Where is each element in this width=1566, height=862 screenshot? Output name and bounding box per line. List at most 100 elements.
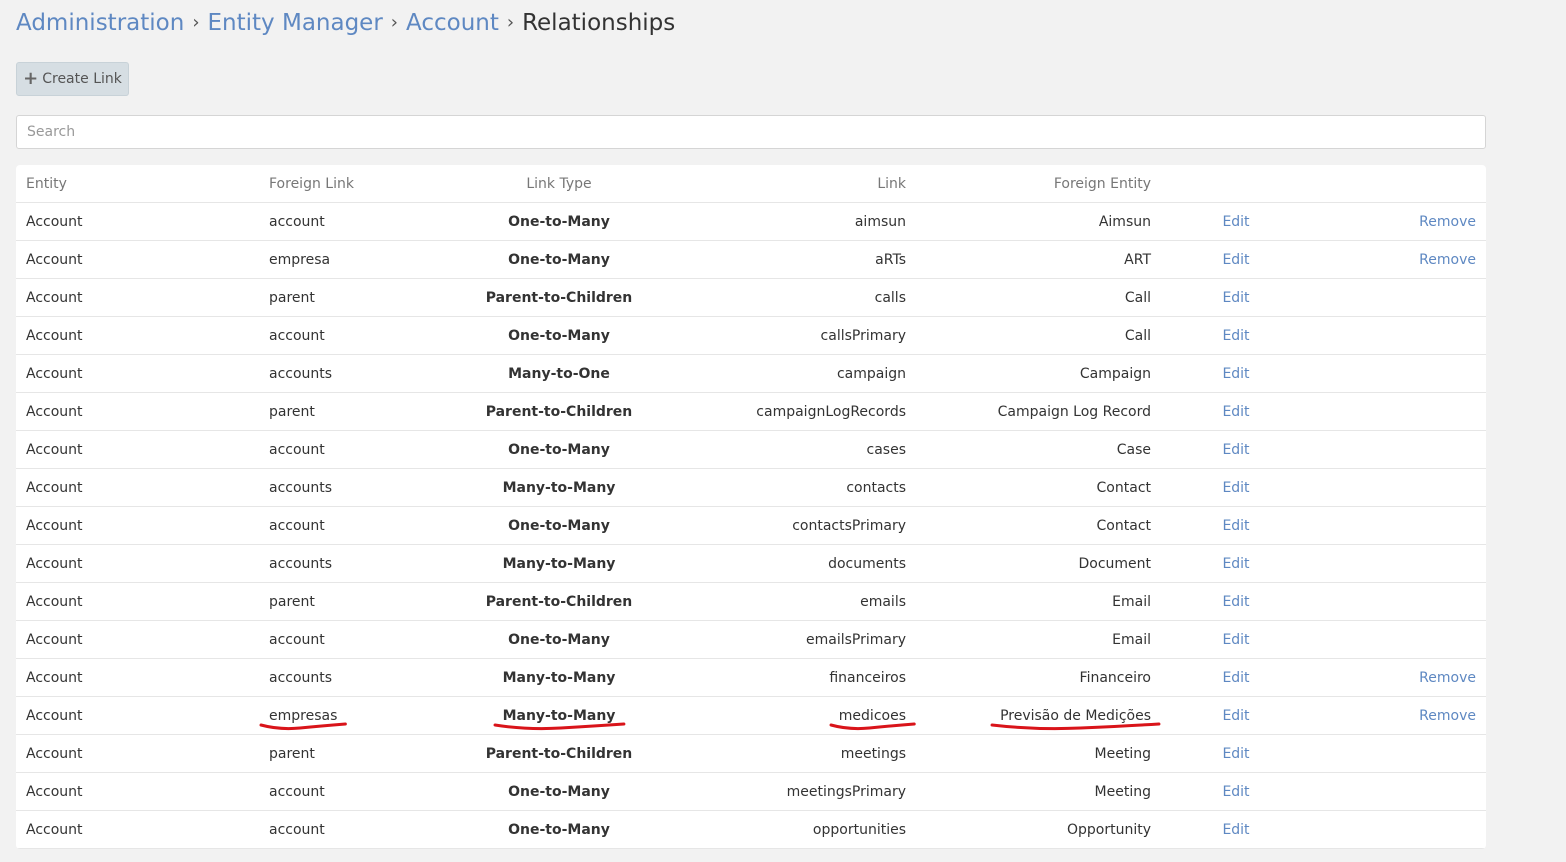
foreign-link-cell-text: account [269, 783, 325, 800]
edit-link[interactable]: Edit [1222, 480, 1249, 496]
entity-cell: Account [16, 772, 259, 811]
remove-link[interactable]: Remove [1419, 252, 1476, 268]
relationships-table: Entity Foreign Link Link Type Link Forei… [16, 165, 1486, 849]
breadcrumb-entity-manager[interactable]: Entity Manager [208, 10, 383, 36]
foreign-entity-cell-text: Aimsun [1098, 213, 1151, 230]
foreign-link-cell-text: empresas [259, 708, 347, 730]
link-type-cell: One-to-Many [459, 430, 659, 469]
remove-cell [1311, 506, 1486, 545]
breadcrumb-administration[interactable]: Administration [16, 10, 184, 36]
foreign-entity-cell: Contact [916, 506, 1161, 545]
edit-link[interactable]: Edit [1222, 214, 1249, 230]
edit-link[interactable]: Edit [1222, 404, 1249, 420]
link-type-cell: One-to-Many [459, 506, 659, 545]
remove-link[interactable]: Remove [1419, 670, 1476, 686]
edit-link[interactable]: Edit [1222, 366, 1249, 382]
foreign-link-cell-text: parent [269, 745, 315, 762]
entity-cell-text: Account [26, 745, 83, 762]
foreign-entity-cell-text: Call [1124, 327, 1151, 344]
edit-link[interactable]: Edit [1222, 328, 1249, 344]
page-title: Relationships [522, 10, 676, 36]
entity-cell: Account [16, 544, 259, 583]
table-row: Account account One-to-Many meetingsPrimary… [16, 772, 1486, 811]
remove-cell [1311, 392, 1486, 431]
remove-cell [1311, 810, 1486, 849]
edit-cell: Edit [1161, 240, 1311, 279]
edit-link[interactable]: Edit [1222, 518, 1249, 534]
edit-cell: Edit [1161, 202, 1311, 241]
red-underline-annotation [990, 722, 1161, 730]
edit-link[interactable]: Edit [1222, 442, 1249, 458]
red-underline-annotation [829, 722, 916, 730]
remove-cell [1311, 468, 1486, 507]
entity-cell: Account [16, 582, 259, 621]
link-cell-text: emails [860, 593, 906, 610]
foreign-link-cell: account [259, 430, 459, 469]
entity-cell-text: Account [26, 517, 83, 534]
column-header-link-type[interactable]: Link Type [459, 165, 659, 203]
foreign-link-cell-text: parent [269, 593, 315, 610]
foreign-entity-cell-text: Case [1116, 441, 1151, 458]
foreign-link-cell: empresa [259, 240, 459, 279]
edit-link[interactable]: Edit [1222, 594, 1249, 610]
column-header-entity[interactable]: Entity [16, 165, 259, 203]
link-type-cell-text: Many-to-Many [493, 708, 625, 730]
create-link-button[interactable]: + Create Link [16, 62, 129, 96]
remove-cell [1311, 430, 1486, 469]
entity-cell-text: Account [26, 213, 83, 230]
link-cell: meetingsPrimary [659, 772, 916, 811]
foreign-link-cell: account [259, 772, 459, 811]
link-type-cell: One-to-Many [459, 620, 659, 659]
edit-link[interactable]: Edit [1222, 784, 1249, 800]
foreign-entity-cell-text: Financeiro [1079, 669, 1151, 686]
search-input[interactable] [16, 115, 1486, 149]
edit-link[interactable]: Edit [1222, 746, 1249, 762]
edit-link[interactable]: Edit [1222, 670, 1249, 686]
entity-cell-text: Account [26, 441, 83, 458]
foreign-entity-cell-text: Previsão de Medições [990, 708, 1161, 730]
edit-link[interactable]: Edit [1222, 290, 1249, 306]
entity-cell-text: Account [26, 251, 83, 268]
column-header-foreign-link[interactable]: Foreign Link [259, 165, 459, 203]
foreign-entity-cell: Case [916, 430, 1161, 469]
remove-cell: Remove [1311, 696, 1486, 735]
foreign-link-cell-text: account [269, 441, 325, 458]
edit-link[interactable]: Edit [1222, 708, 1249, 724]
remove-link[interactable]: Remove [1419, 214, 1476, 230]
remove-cell [1311, 620, 1486, 659]
entity-cell-text: Account [26, 555, 83, 572]
foreign-entity-cell: Email [916, 582, 1161, 621]
link-cell-text: cases [866, 441, 906, 458]
remove-cell [1311, 278, 1486, 317]
foreign-link-cell-text: parent [269, 403, 315, 420]
link-cell-text: campaign [836, 365, 906, 382]
foreign-link-cell-text: account [269, 327, 325, 344]
edit-cell: Edit [1161, 772, 1311, 811]
edit-link[interactable]: Edit [1222, 556, 1249, 572]
edit-link[interactable]: Edit [1222, 822, 1249, 838]
link-type-cell-text: Many-to-Many [502, 479, 616, 496]
foreign-entity-cell: Previsão de Medições [916, 696, 1161, 735]
link-type-cell-text: One-to-Many [508, 631, 610, 648]
breadcrumb-account[interactable]: Account [406, 10, 499, 36]
foreign-entity-cell: Financeiro [916, 658, 1161, 697]
column-header-link[interactable]: Link [659, 165, 916, 203]
edit-cell: Edit [1161, 392, 1311, 431]
table-row: Account empresa One-to-Many aRTs ART Edit Remo… [16, 240, 1486, 279]
table-row: Account parent Parent-to-Children campaignL… [16, 392, 1486, 431]
link-cell-text: opportunities [812, 821, 906, 838]
red-underline-annotation [493, 722, 625, 730]
foreign-link-cell: account [259, 202, 459, 241]
link-cell-text: contactsPrimary [792, 517, 906, 534]
remove-link[interactable]: Remove [1419, 708, 1476, 724]
edit-cell: Edit [1161, 354, 1311, 393]
column-header-foreign-entity[interactable]: Foreign Entity [916, 165, 1161, 203]
link-type-cell-text: Parent-to-Children [485, 593, 633, 610]
link-type-cell: Many-to-Many [459, 468, 659, 507]
foreign-link-cell: account [259, 316, 459, 355]
link-type-cell-text: One-to-Many [508, 327, 610, 344]
edit-link[interactable]: Edit [1222, 252, 1249, 268]
foreign-entity-cell: Email [916, 620, 1161, 659]
edit-link[interactable]: Edit [1222, 632, 1249, 648]
link-cell: campaignLogRecords [659, 392, 916, 431]
